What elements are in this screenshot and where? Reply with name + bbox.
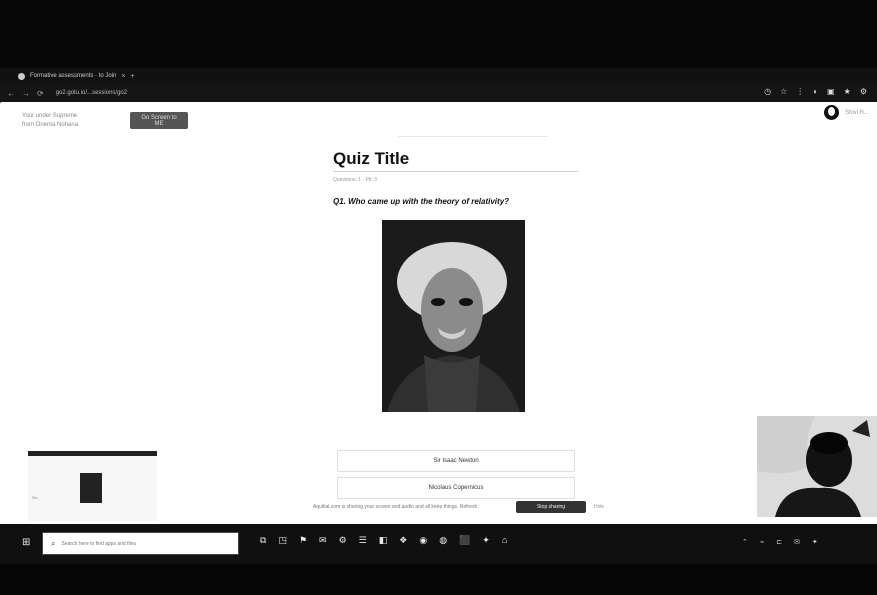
favicon-icon bbox=[18, 72, 25, 80]
side-info: Your under Supreme from Onenta Nohana bbox=[22, 112, 78, 130]
battery-icon[interactable]: ⊏ bbox=[776, 538, 782, 546]
chrome-icon[interactable]: ◉ bbox=[419, 535, 427, 546]
screen-top-border bbox=[0, 0, 877, 68]
screen-preview-thumbnail: Sh... bbox=[28, 451, 157, 521]
webcam-feed bbox=[757, 416, 877, 517]
answers-list: Sir Isaac Newton Nicolaus Copernicus bbox=[337, 450, 575, 504]
quiz-title: Quiz Title bbox=[333, 149, 410, 168]
back-icon[interactable]: ← bbox=[7, 89, 15, 98]
menu-icon[interactable]: ⋮ bbox=[796, 87, 804, 96]
pinned-apps: ⧉ ◳ ⚑ ✉ ⚙ ☰ ◧ ❖ ◉ ◍ ⬛ ✦ ⌂ bbox=[260, 535, 507, 546]
stop-sharing-button[interactable]: Stop sharing bbox=[516, 501, 586, 513]
browser-toolbar: ← → ⟳ go2.gotu.io/...sessions/go2 bbox=[0, 84, 877, 102]
share-screen-button[interactable]: Go Screen to ME bbox=[130, 112, 188, 129]
bookmark-icon[interactable]: ☆ bbox=[780, 87, 787, 96]
question-text: Q1. Who came up with the theory of relat… bbox=[333, 197, 510, 206]
taskbar-app-icon[interactable]: ◍ bbox=[439, 535, 447, 546]
browser-tab[interactable]: Formative assessments · to Join × + bbox=[18, 69, 183, 83]
tab-icon[interactable]: ▣ bbox=[827, 87, 835, 96]
answer-option[interactable]: Nicolaus Copernicus bbox=[337, 477, 575, 499]
history-icon[interactable]: ◷ bbox=[764, 87, 771, 96]
tab-title: Formative assessments · to Join bbox=[30, 73, 117, 79]
taskbar-app-icon[interactable]: ❖ bbox=[399, 535, 407, 546]
hide-link[interactable]: Hide bbox=[594, 504, 604, 510]
avatar[interactable] bbox=[823, 105, 839, 120]
taskbar-app-icon[interactable]: ☰ bbox=[359, 535, 367, 546]
new-tab-icon[interactable]: + bbox=[130, 73, 134, 80]
preview-header bbox=[28, 451, 157, 456]
quiz-divider bbox=[333, 171, 578, 172]
settings-icon[interactable]: ⚙ bbox=[860, 87, 867, 96]
notification-icon[interactable]: ✉ bbox=[794, 538, 800, 546]
divider bbox=[398, 136, 548, 137]
taskbar: ⊞ ⌕ Search here to find apps and files ⧉… bbox=[0, 524, 877, 564]
taskbar-app-icon[interactable]: ⬛ bbox=[459, 535, 470, 546]
status-icon[interactable]: ✦ bbox=[812, 538, 818, 546]
answer-option[interactable]: Sir Isaac Newton bbox=[337, 450, 575, 472]
home-icon[interactable]: ⌂ bbox=[502, 535, 507, 546]
quiz-meta: Questions: 1 · Ptl: 3 bbox=[333, 177, 377, 183]
mail-icon[interactable]: ✉ bbox=[319, 535, 327, 546]
reload-icon[interactable]: ⟳ bbox=[37, 89, 44, 98]
tray-arrow-icon[interactable]: ⌃ bbox=[742, 538, 748, 546]
task-view-icon[interactable]: ⧉ bbox=[260, 535, 266, 546]
preview-image bbox=[80, 473, 102, 503]
question-image bbox=[382, 220, 525, 412]
screen-bottom-border bbox=[0, 564, 877, 595]
side-text-line: from Onenta Nohana bbox=[22, 122, 79, 128]
forward-icon[interactable]: → bbox=[22, 89, 30, 98]
sharing-notice: Aquitial.com is sharing your screen and … bbox=[313, 504, 478, 510]
search-icon: ⌕ bbox=[51, 538, 56, 548]
search-placeholder: Search here to find apps and files bbox=[61, 540, 136, 547]
screen-sharing-bar: Aquitial.com is sharing your screen and … bbox=[313, 500, 613, 514]
taskbar-app-icon[interactable]: ◳ bbox=[278, 535, 287, 546]
address-bar[interactable]: go2.gotu.io/...sessions/go2 bbox=[56, 90, 127, 96]
taskbar-app-icon[interactable]: ✦ bbox=[482, 535, 490, 546]
extension-icon[interactable]: ◐ bbox=[813, 87, 818, 96]
windows-start-icon[interactable]: ⊞ bbox=[22, 538, 32, 548]
settings-app-icon[interactable]: ⚙ bbox=[339, 535, 347, 546]
taskbar-app-icon[interactable]: ⚑ bbox=[299, 535, 307, 546]
favorite-icon[interactable]: ★ bbox=[844, 87, 851, 96]
side-text-line: Your under Supreme bbox=[22, 113, 78, 119]
user-name: Shivi R... bbox=[844, 109, 869, 116]
taskbar-app-icon[interactable]: ◧ bbox=[379, 535, 388, 546]
taskbar-search[interactable]: ⌕ Search here to find apps and files bbox=[42, 532, 239, 555]
preview-label: Sh... bbox=[32, 495, 41, 500]
system-tray: ⌃ ⌁ ⊏ ✉ ✦ bbox=[742, 538, 818, 546]
user-profile[interactable]: Shivi R... bbox=[823, 105, 869, 120]
close-tab-icon[interactable]: × bbox=[121, 73, 125, 80]
toolbar-icons: ◷ ☆ ⋮ ◐ ▣ ★ ⚙ bbox=[764, 87, 867, 96]
network-icon[interactable]: ⌁ bbox=[760, 538, 764, 546]
